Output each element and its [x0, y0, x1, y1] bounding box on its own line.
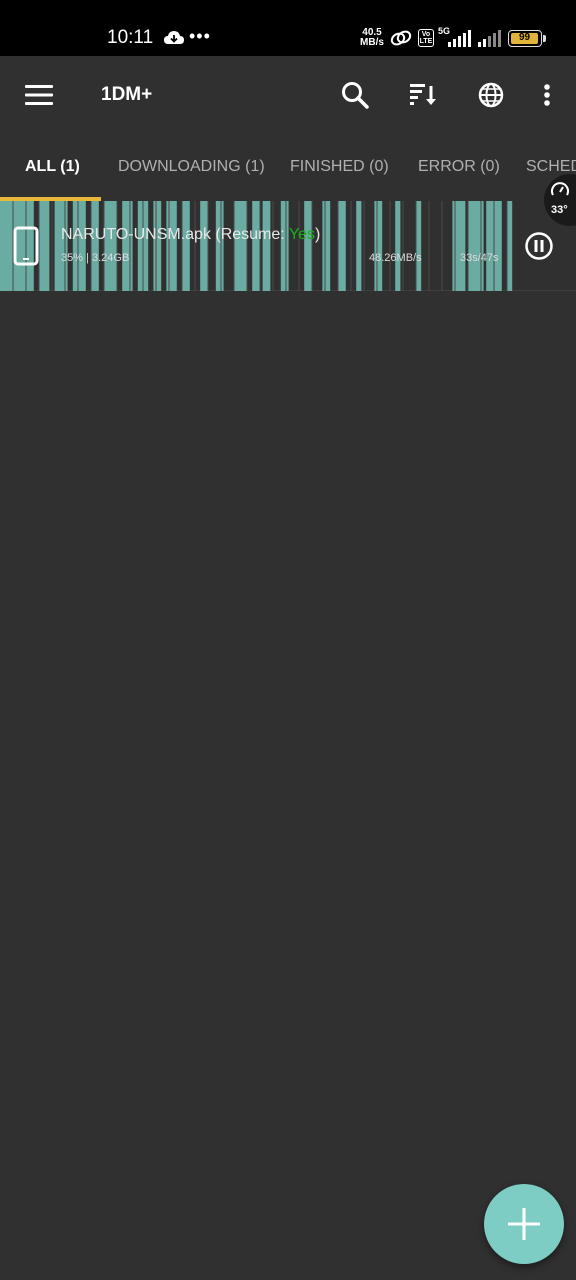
download-speed: 48.26MB/s [369, 252, 422, 264]
network-speed-unit: MB/s [360, 37, 384, 48]
download-eta: 33s/47s [460, 252, 499, 264]
download-chunk [200, 201, 208, 291]
status-bar: 10:11 ••• 40.5 MB/s Vo LTE 5G 99 [0, 0, 576, 56]
download-chunk [395, 201, 401, 291]
tab-bar: ALL (1) DOWNLOADING (1) FINISHED (0) ERR… [0, 132, 576, 202]
globe-icon[interactable] [474, 78, 508, 112]
resume-status: Yes [288, 226, 316, 243]
download-chunk [72, 201, 86, 291]
download-chunk [252, 201, 260, 291]
download-chunk [153, 201, 162, 291]
battery-level: 99 [511, 33, 538, 44]
more-notifications-icon: ••• [189, 26, 211, 46]
download-chunk [122, 201, 133, 291]
signal-strength-icon-2 [478, 30, 501, 47]
download-chunk [215, 201, 224, 291]
screen: 10:11 ••• 40.5 MB/s Vo LTE 5G 99 1DM+ AL… [0, 0, 576, 1280]
file-name-text: NARUTO-UNSM.apk (Resume: [61, 226, 289, 243]
app-bar: 1DM+ [0, 56, 576, 132]
menu-icon[interactable] [22, 78, 56, 112]
tab-downloading[interactable]: DOWNLOADING (1) [118, 158, 265, 176]
tab-error[interactable]: ERROR (0) [418, 158, 500, 176]
status-time: 10:11 [107, 27, 154, 48]
download-chunk [356, 201, 362, 291]
more-vert-icon[interactable] [532, 78, 562, 112]
pause-icon[interactable] [524, 231, 554, 261]
download-chunk [104, 201, 117, 291]
download-chunk [182, 201, 190, 291]
add-download-button[interactable] [484, 1184, 564, 1264]
speedometer-icon [551, 182, 569, 196]
download-progress-segments [0, 201, 513, 291]
download-file-name: NARUTO-UNSM.apk (Resume: Yes) [61, 226, 320, 244]
download-progress-text: 35% | 3.24GB [61, 252, 130, 264]
battery-tip [543, 35, 546, 42]
signal-strength-icon [448, 30, 471, 47]
tab-finished[interactable]: FINISHED (0) [290, 158, 389, 176]
sort-icon[interactable] [406, 78, 440, 112]
download-chunk [304, 201, 312, 291]
download-chunk [338, 201, 346, 291]
temperature-value: 33° [551, 204, 568, 216]
plus-icon [508, 1208, 540, 1240]
cloud-download-icon [164, 31, 184, 44]
download-chunk [262, 201, 271, 291]
apk-file-icon [13, 226, 39, 266]
download-chunk [322, 201, 331, 291]
tab-all[interactable]: ALL (1) [25, 158, 80, 176]
download-chunk [54, 201, 68, 291]
download-chunk [166, 201, 177, 291]
download-chunk [416, 201, 422, 291]
app-title: 1DM+ [101, 84, 153, 105]
download-chunk [39, 201, 50, 291]
download-chunk [280, 201, 289, 291]
download-chunk [91, 201, 99, 291]
download-chunk [374, 201, 383, 291]
network-speed: 40.5 MB/s [358, 28, 386, 48]
hotspot-link-icon [390, 30, 412, 46]
download-chunk [234, 201, 247, 291]
download-item[interactable]: NARUTO-UNSM.apk (Resume: Yes) 35% | 3.24… [0, 201, 576, 291]
download-chunk [507, 201, 513, 291]
file-name-close: ) [315, 226, 321, 243]
download-chunk [452, 201, 466, 291]
battery-icon: 99 [508, 30, 542, 47]
volte-icon: Vo LTE [418, 29, 434, 47]
search-icon[interactable] [338, 78, 372, 112]
